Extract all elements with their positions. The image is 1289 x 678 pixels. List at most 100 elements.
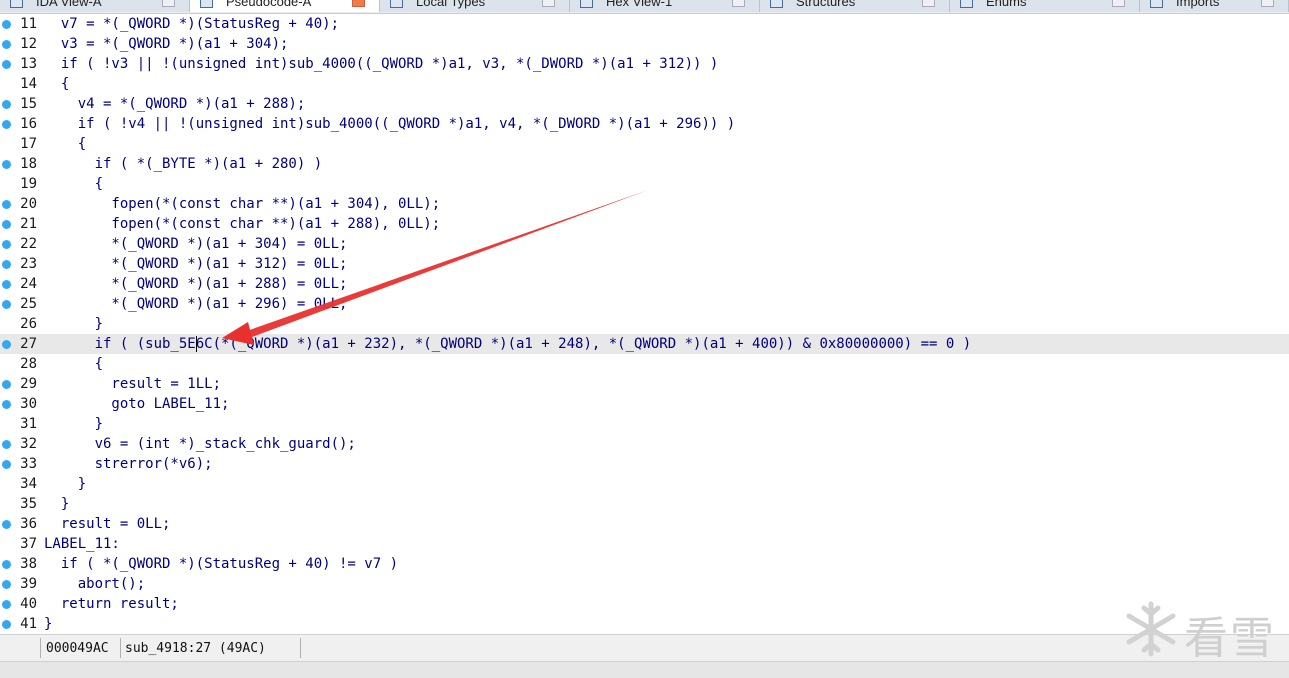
code-line[interactable]: 21 fopen(*(const char **)(a1 + 288), 0LL… xyxy=(0,214,1289,234)
code-text[interactable]: fopen(*(const char **)(a1 + 304), 0LL); xyxy=(44,194,440,214)
code-text[interactable]: { xyxy=(44,74,69,94)
code-line[interactable]: 33 strerror(*v6); xyxy=(0,454,1289,474)
tab-close-icon[interactable] xyxy=(1261,0,1274,7)
tab-hex-view-1[interactable]: Hex View-1 xyxy=(570,0,760,12)
code-text[interactable]: if ( !v3 || !(unsigned int)sub_4000((_QW… xyxy=(44,54,718,74)
code-text[interactable]: *(_QWORD *)(a1 + 312) = 0LL; xyxy=(44,254,347,274)
code-text[interactable]: LABEL_11: xyxy=(44,534,120,554)
code-line[interactable]: 38 if ( *(_QWORD *)(StatusReg + 40) != v… xyxy=(0,554,1289,574)
code-line[interactable]: 16 if ( !v4 || !(unsigned int)sub_4000((… xyxy=(0,114,1289,134)
breakpoint-marker-icon[interactable] xyxy=(2,560,11,569)
code-line[interactable]: 29 result = 1LL; xyxy=(0,374,1289,394)
code-line[interactable]: 26 } xyxy=(0,314,1289,334)
code-line[interactable]: 31 } xyxy=(0,414,1289,434)
code-line[interactable]: 22 *(_QWORD *)(a1 + 304) = 0LL; xyxy=(0,234,1289,254)
breakpoint-marker-icon[interactable] xyxy=(2,260,11,269)
breakpoint-marker-icon[interactable] xyxy=(2,20,11,29)
code-text[interactable]: fopen(*(const char **)(a1 + 288), 0LL); xyxy=(44,214,440,234)
breakpoint-marker-icon[interactable] xyxy=(2,600,11,609)
code-text[interactable]: v6 = (int *)_stack_chk_guard(); xyxy=(44,434,356,454)
breakpoint-marker-icon[interactable] xyxy=(2,300,11,309)
code-text[interactable]: } xyxy=(44,314,103,334)
tab-ida-view-a[interactable]: IDA View-A xyxy=(0,0,190,12)
code-line[interactable]: 20 fopen(*(const char **)(a1 + 304), 0LL… xyxy=(0,194,1289,214)
code-text[interactable]: } xyxy=(44,474,86,494)
code-line[interactable]: 35 } xyxy=(0,494,1289,514)
code-text[interactable]: } xyxy=(44,614,52,634)
code-line[interactable]: 25 *(_QWORD *)(a1 + 296) = 0LL; xyxy=(0,294,1289,314)
pseudocode-view[interactable]: 11 v7 = *(_QWORD *)(StatusReg + 40); 12 v… xyxy=(0,14,1289,634)
tab-local-types[interactable]: Local Types xyxy=(380,0,570,12)
code-line[interactable]: 34 } xyxy=(0,474,1289,494)
code-text[interactable]: { xyxy=(44,354,103,374)
breakpoint-marker-icon[interactable] xyxy=(2,280,11,289)
code-text[interactable]: v4 = *(_QWORD *)(a1 + 288); xyxy=(44,94,306,114)
code-text[interactable]: goto LABEL_11; xyxy=(44,394,229,414)
code-line[interactable]: 18 if ( *(_BYTE *)(a1 + 280) ) xyxy=(0,154,1289,174)
breakpoint-marker-icon[interactable] xyxy=(2,440,11,449)
code-text[interactable]: } xyxy=(44,414,103,434)
breakpoint-marker-icon[interactable] xyxy=(2,60,11,69)
code-line[interactable]: 30 goto LABEL_11; xyxy=(0,394,1289,414)
code-text[interactable]: v3 = *(_QWORD *)(a1 + 304); xyxy=(44,34,289,54)
breakpoint-marker-icon[interactable] xyxy=(2,120,11,129)
tab-close-icon[interactable] xyxy=(162,0,175,7)
code-text[interactable]: { xyxy=(44,174,103,194)
breakpoint-marker-icon[interactable] xyxy=(2,620,11,629)
code-line[interactable]: 17 { xyxy=(0,134,1289,154)
tab-structures[interactable]: Structures xyxy=(760,0,950,12)
code-text[interactable]: *(_QWORD *)(a1 + 296) = 0LL; xyxy=(44,294,347,314)
tab-close-icon[interactable] xyxy=(732,0,745,7)
code-line[interactable]: 24 *(_QWORD *)(a1 + 288) = 0LL; xyxy=(0,274,1289,294)
code-line[interactable]: 41} xyxy=(0,614,1289,634)
tab-close-icon[interactable] xyxy=(1112,0,1125,7)
breakpoint-marker-icon[interactable] xyxy=(2,580,11,589)
breakpoint-marker-icon[interactable] xyxy=(2,220,11,229)
code-text[interactable]: if ( !v4 || !(unsigned int)sub_4000((_QW… xyxy=(44,114,735,134)
breakpoint-marker-icon[interactable] xyxy=(2,160,11,169)
code-line[interactable]: 23 *(_QWORD *)(a1 + 312) = 0LL; xyxy=(0,254,1289,274)
code-text[interactable]: } xyxy=(44,494,69,514)
tab-view-icon xyxy=(390,0,403,8)
code-line[interactable]: 12 v3 = *(_QWORD *)(a1 + 304); xyxy=(0,34,1289,54)
code-line[interactable]: 19 { xyxy=(0,174,1289,194)
code-text[interactable]: *(_QWORD *)(a1 + 288) = 0LL; xyxy=(44,274,347,294)
tab-enums[interactable]: Enums xyxy=(950,0,1140,12)
tab-imports[interactable]: Imports xyxy=(1140,0,1289,12)
code-line[interactable]: 36 result = 0LL; xyxy=(0,514,1289,534)
code-line[interactable]: 40 return result; xyxy=(0,594,1289,614)
code-line[interactable]: 27 if ( (sub_5E6C(*(_QWORD *)(a1 + 232),… xyxy=(0,334,1289,354)
code-line[interactable]: 32 v6 = (int *)_stack_chk_guard(); xyxy=(0,434,1289,454)
code-text[interactable]: { xyxy=(44,134,86,154)
code-text[interactable]: result = 0LL; xyxy=(44,514,171,534)
breakpoint-marker-icon[interactable] xyxy=(2,400,11,409)
breakpoint-marker-icon[interactable] xyxy=(2,520,11,529)
breakpoint-marker-icon[interactable] xyxy=(2,460,11,469)
breakpoint-marker-icon[interactable] xyxy=(2,100,11,109)
code-text[interactable]: strerror(*v6); xyxy=(44,454,213,474)
code-line[interactable]: 28 { xyxy=(0,354,1289,374)
code-text[interactable]: if ( *(_BYTE *)(a1 + 280) ) xyxy=(44,154,323,174)
code-line[interactable]: 37 LABEL_11: xyxy=(0,534,1289,554)
code-line[interactable]: 15 v4 = *(_QWORD *)(a1 + 288); xyxy=(0,94,1289,114)
breakpoint-marker-icon[interactable] xyxy=(2,380,11,389)
code-text[interactable]: result = 1LL; xyxy=(44,374,221,394)
breakpoint-marker-icon[interactable] xyxy=(2,340,11,349)
code-text[interactable]: v7 = *(_QWORD *)(StatusReg + 40); xyxy=(44,14,339,34)
code-line[interactable]: 14 { xyxy=(0,74,1289,94)
code-text[interactable]: abort(); xyxy=(44,574,145,594)
tab-close-icon[interactable] xyxy=(922,0,935,7)
code-text[interactable]: if ( *(_QWORD *)(StatusReg + 40) != v7 ) xyxy=(44,554,398,574)
tab-close-icon[interactable] xyxy=(352,0,365,7)
code-line[interactable]: 13 if ( !v3 || !(unsigned int)sub_4000((… xyxy=(0,54,1289,74)
breakpoint-marker-icon[interactable] xyxy=(2,240,11,249)
code-line[interactable]: 11 v7 = *(_QWORD *)(StatusReg + 40); xyxy=(0,14,1289,34)
code-text[interactable]: return result; xyxy=(44,594,179,614)
code-text[interactable]: if ( (sub_5E6C(*(_QWORD *)(a1 + 232), *(… xyxy=(44,334,972,354)
code-text[interactable]: *(_QWORD *)(a1 + 304) = 0LL; xyxy=(44,234,347,254)
code-line[interactable]: 39 abort(); xyxy=(0,574,1289,594)
tab-close-icon[interactable] xyxy=(542,0,555,7)
tab-pseudocode-a[interactable]: Pseudocode-A xyxy=(190,0,380,12)
breakpoint-marker-icon[interactable] xyxy=(2,200,11,209)
breakpoint-marker-icon[interactable] xyxy=(2,40,11,49)
